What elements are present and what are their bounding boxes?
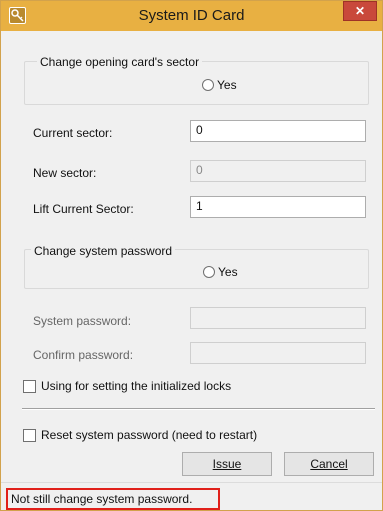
reset-password-label: Reset system password (need to restart) — [41, 428, 258, 442]
init-locks-checkbox[interactable]: Using for setting the initialized locks — [23, 379, 231, 393]
window-title: System ID Card — [138, 7, 245, 24]
new-sector-input[interactable]: 0 — [190, 160, 366, 182]
current-sector-label: Current sector: — [33, 126, 113, 140]
status-message: Not still change system password. — [11, 492, 193, 506]
password-yes-label: Yes — [218, 265, 238, 279]
current-sector-input[interactable]: 0 — [190, 120, 366, 142]
cancel-button-label: Cancel — [310, 457, 348, 471]
radio-button-icon[interactable] — [202, 79, 214, 91]
cancel-button[interactable]: Cancel — [284, 452, 374, 476]
confirm-password-input[interactable] — [190, 342, 366, 364]
sector-yes-label: Yes — [217, 78, 237, 92]
radio-button-icon[interactable] — [203, 266, 215, 278]
password-group-title: Change system password — [31, 244, 176, 258]
issue-button[interactable]: Issue — [182, 452, 272, 476]
lift-current-sector-input[interactable]: 1 — [190, 196, 366, 218]
status-bar: Not still change system password. — [1, 482, 382, 510]
status-highlight: Not still change system password. — [6, 488, 220, 510]
confirm-password-label: Confirm password: — [33, 348, 134, 362]
lift-current-sector-label: Lift Current Sector: — [33, 202, 134, 216]
close-icon: ✕ — [354, 4, 366, 18]
title-bar[interactable]: System ID Card ✕ — [1, 1, 382, 31]
init-locks-label: Using for setting the initialized locks — [41, 379, 232, 393]
issue-button-label: Issue — [212, 457, 242, 471]
checkbox-icon[interactable] — [23, 379, 36, 393]
key-icon — [9, 7, 26, 24]
close-button[interactable]: ✕ — [343, 1, 377, 21]
password-yes-radio[interactable]: Yes — [203, 265, 238, 279]
sector-group-title: Change opening card's sector — [37, 55, 203, 69]
checkbox-icon[interactable] — [23, 428, 36, 442]
system-id-card-dialog: System ID Card ✕ Change opening card's s… — [0, 0, 383, 511]
new-sector-label: New sector: — [33, 166, 97, 180]
sector-yes-radio[interactable]: Yes — [202, 78, 237, 92]
separator — [22, 408, 375, 410]
system-password-label: System password: — [33, 314, 132, 328]
reset-password-checkbox[interactable]: Reset system password (need to restart) — [23, 428, 257, 442]
system-password-input[interactable] — [190, 307, 366, 329]
